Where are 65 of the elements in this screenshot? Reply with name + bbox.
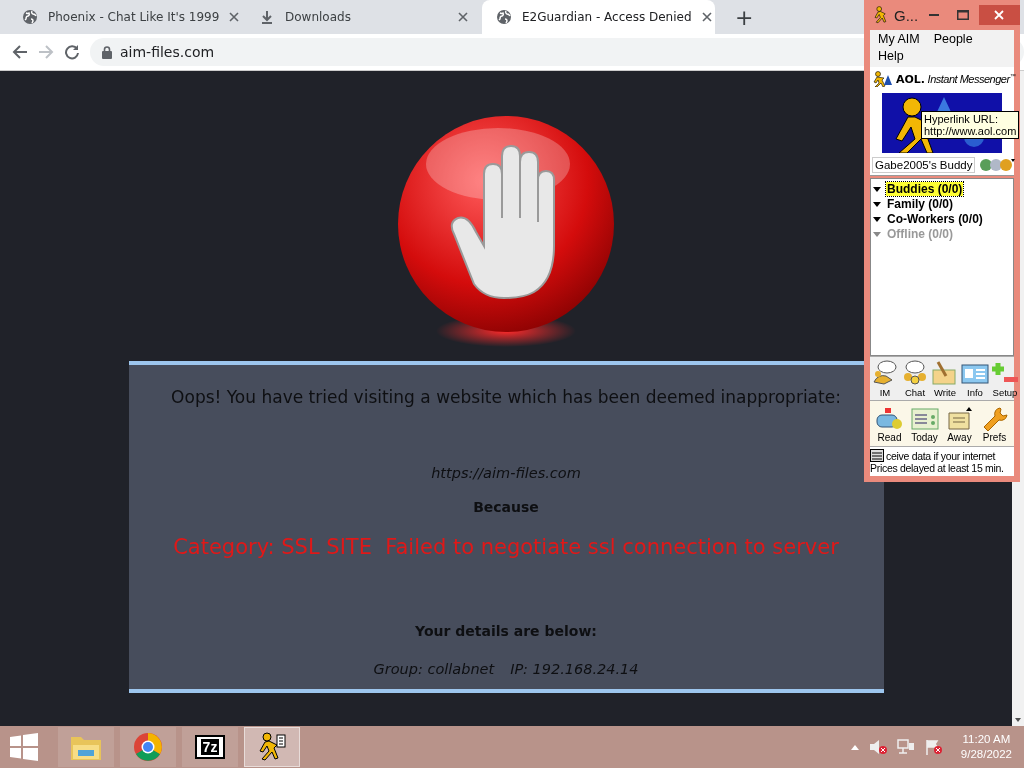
- because-label: Because: [473, 499, 539, 515]
- buddy-group[interactable]: Family (0/0): [873, 197, 1011, 211]
- close-icon[interactable]: [229, 12, 240, 22]
- taskbar-button[interactable]: [244, 727, 300, 767]
- group-text: Group: collabnet: [373, 661, 495, 677]
- chevron-up-icon[interactable]: [850, 744, 859, 750]
- toolbar-button[interactable]: Setup: [990, 360, 1020, 398]
- menu-item[interactable]: Help: [878, 49, 904, 63]
- toolbar-button[interactable]: Today: [909, 405, 940, 443]
- toolbar-button[interactable]: Read: [874, 405, 905, 443]
- taskbar-button[interactable]: 7z: [182, 727, 238, 767]
- running-man-icon: [257, 732, 287, 762]
- browser-tab[interactable]: Phoenix - Chat Like It's 1999: [8, 0, 241, 34]
- browser-tab[interactable]: E2Guardian - Access Denied: [482, 0, 715, 34]
- caret-down-icon: [873, 231, 881, 237]
- network-icon[interactable]: [896, 739, 915, 755]
- chrome-icon: [133, 732, 163, 762]
- caret-down-icon: [873, 201, 881, 207]
- archive-icon: 7z: [195, 735, 225, 759]
- close-icon[interactable]: [458, 12, 468, 22]
- close-icon: [994, 10, 1005, 20]
- details-heading: Your details are below:: [415, 623, 597, 639]
- toolbar-button[interactable]: Away: [944, 405, 975, 443]
- running-man-icon: [872, 71, 892, 87]
- ip-text: IP: 192.168.24.14: [510, 661, 639, 677]
- reload-icon[interactable]: [64, 44, 80, 60]
- blocked-url: https://aim-files.com: [431, 465, 581, 481]
- address-text: aim-files.com: [120, 44, 215, 60]
- caret-down-icon: [873, 186, 881, 192]
- globe-icon: [22, 9, 38, 25]
- clock-time: 11:20 AM: [962, 732, 1011, 747]
- heading-text: Oops! You have tried visiting a website which has been deemed inappropriate:: [171, 387, 841, 407]
- buddy-group[interactable]: Co-Workers (0/0): [873, 212, 1011, 226]
- status-globes-icon[interactable]: [979, 158, 1016, 172]
- toolbar-button[interactable]: Prefs: [979, 405, 1010, 443]
- close-button[interactable]: [978, 5, 1020, 25]
- ticker-text: ceive data if your internet: [886, 449, 996, 462]
- toolbar-button[interactable]: IM: [870, 360, 900, 398]
- back-icon[interactable]: [12, 44, 28, 60]
- toolbar-button[interactable]: Chat: [900, 360, 930, 398]
- windows-logo-icon[interactable]: [10, 733, 38, 761]
- new-tab-button[interactable]: +: [729, 6, 760, 30]
- logo-text: AOL. Instant Messenger$^{™}$: [896, 72, 1016, 86]
- maximize-icon: [956, 10, 969, 20]
- tooltip-title: Hyperlink URL:: [924, 113, 999, 125]
- tooltip-url: http://www.aol.com: [924, 125, 1017, 137]
- clock-date: 9/28/2022: [960, 747, 1012, 762]
- globe-icon: [496, 9, 512, 25]
- download-icon: [259, 9, 275, 25]
- speaker-muted-icon[interactable]: [868, 739, 887, 755]
- ticker-note: Prices delayed at least 15 min.: [870, 462, 1005, 474]
- minimize-icon: [929, 14, 940, 16]
- toolbar-button[interactable]: Write: [930, 360, 960, 398]
- close-icon[interactable]: [701, 12, 712, 22]
- toolbar-icon: [909, 405, 940, 431]
- flag-icon[interactable]: [924, 739, 943, 755]
- ticker-icon: [870, 449, 884, 462]
- caret-down-icon: [873, 216, 881, 222]
- block-reason: Category: SSL SITE Failed to negotiate ssl connection to server: [173, 535, 839, 559]
- browser-tab[interactable]: Downloads: [245, 0, 478, 34]
- toolbar-button[interactable]: Info: [960, 360, 990, 398]
- toolbar-icon: [874, 405, 905, 431]
- window-title: G...: [894, 6, 919, 24]
- lock-icon: [102, 45, 112, 59]
- buddy-list-selector[interactable]: Gabe2005's Buddy: [872, 157, 976, 173]
